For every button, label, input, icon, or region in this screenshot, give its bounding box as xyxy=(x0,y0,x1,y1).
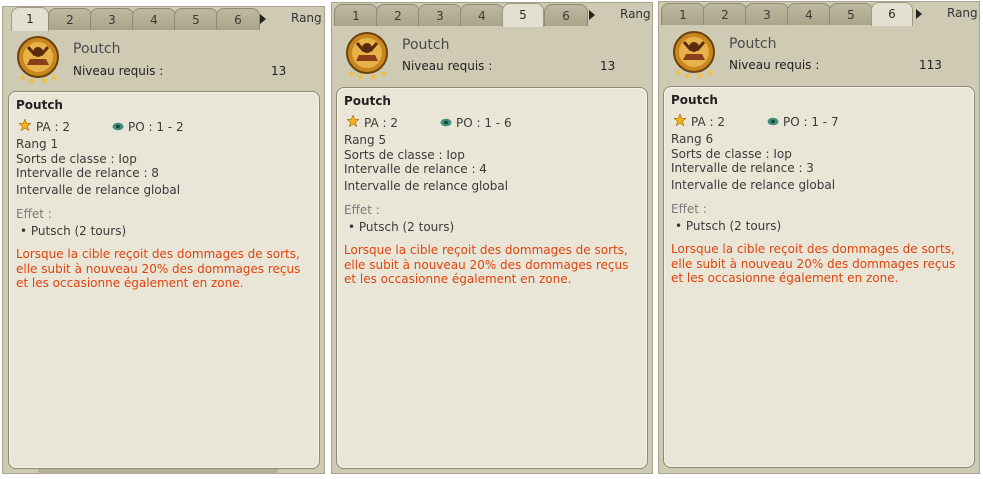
niveau-requis-label: Niveau requis : xyxy=(402,59,493,73)
intervalle-relance: Intervalle de relance : 4 xyxy=(344,162,487,176)
effet-item: • Putsch (2 tours) xyxy=(675,219,782,233)
intervalle-relance-global: Intervalle de relance global xyxy=(16,183,181,197)
tab-rank-3[interactable]: 3 xyxy=(418,4,462,26)
pa-value: PA : 2 xyxy=(691,115,725,129)
pa-value: PA : 2 xyxy=(36,120,70,134)
spell-details-card: Poutch PA : 2 PO : 1 - 6 Rang 5 Sorts de… xyxy=(336,87,648,469)
po-value: PO : 1 - 7 xyxy=(783,115,839,129)
svg-text:★: ★ xyxy=(40,76,49,85)
rang-label: Rang xyxy=(620,7,651,21)
tab-rank-6[interactable]: 6 xyxy=(544,4,588,26)
rang-value: Rang 6 xyxy=(671,132,714,146)
intervalle-relance-global: Intervalle de relance global xyxy=(344,179,509,193)
effet-label: Effet : xyxy=(344,203,380,217)
rank-tabs: 1 2 3 4 5 6 Rang xyxy=(3,7,324,31)
pa-value: PA : 2 xyxy=(364,116,398,130)
spell-description: Lorsque la cible reçoit des dommages de … xyxy=(671,242,956,285)
svg-text:★: ★ xyxy=(356,72,365,81)
svg-text:★: ★ xyxy=(347,69,356,80)
poutch-spell-icon: ★ ★ ★ ★ xyxy=(673,31,715,80)
spell-panel-2: 1 2 3 4 5 6 Rang ★ ★ ★ ★ Poutch Niveau r… xyxy=(331,2,653,474)
intervalle-relance: Intervalle de relance : 3 xyxy=(671,161,814,175)
svg-text:★: ★ xyxy=(674,68,683,79)
spell-description: Lorsque la cible reçoit des dommages de … xyxy=(344,243,629,286)
rank-tabs: 1 2 3 4 5 6 Rang xyxy=(332,3,652,27)
rang-label: Rang xyxy=(291,11,322,25)
tab-rank-6[interactable]: 6 xyxy=(216,8,260,30)
star-icon xyxy=(19,119,31,131)
spell-description: Lorsque la cible reçoit des dommages de … xyxy=(16,247,301,290)
spell-name: Poutch xyxy=(402,37,450,53)
star-icon xyxy=(674,114,686,126)
tab-rank-4[interactable]: 4 xyxy=(132,8,176,30)
star-icon xyxy=(347,115,359,127)
po-value: PO : 1 - 6 xyxy=(456,116,512,130)
rang-value: Rang 5 xyxy=(344,133,387,147)
tab-rank-3[interactable]: 3 xyxy=(745,3,789,25)
effet-item: • Putsch (2 tours) xyxy=(20,224,127,238)
spell-details-card: Poutch PA : 2 PO : 1 - 2 Rang 1 Sorts de… xyxy=(8,91,320,469)
svg-text:★: ★ xyxy=(696,71,705,80)
intervalle-relance: Intervalle de relance : 8 xyxy=(16,166,159,180)
tab-rank-4[interactable]: 4 xyxy=(460,4,504,26)
niveau-requis-label: Niveau requis : xyxy=(73,64,164,78)
card-title: Poutch xyxy=(16,98,63,112)
svg-text:★: ★ xyxy=(50,73,59,84)
arrow-right-icon[interactable] xyxy=(589,10,595,20)
spell-panel-1: 1 2 3 4 5 6 Rang ★ ★ ★ ★ Poutch Niveau r… xyxy=(2,6,325,474)
tab-rank-1[interactable]: 1 xyxy=(334,4,378,26)
tab-rank-4[interactable]: 4 xyxy=(787,3,831,25)
niveau-requis-value: 13 xyxy=(600,59,616,73)
svg-text:★: ★ xyxy=(379,69,388,80)
tab-rank-5[interactable]: 5 xyxy=(174,8,218,30)
rang-label: Rang xyxy=(947,6,978,20)
effet-label: Effet : xyxy=(16,207,52,221)
svg-text:★: ★ xyxy=(706,68,715,79)
tab-rank-1[interactable]: 1 xyxy=(11,7,49,31)
tab-rank-1[interactable]: 1 xyxy=(661,3,705,25)
poutch-spell-icon: ★ ★ ★ ★ xyxy=(17,36,59,85)
arrow-right-icon[interactable] xyxy=(916,9,922,19)
spell-panel-3: 1 2 3 4 5 6 Rang ★ ★ ★ ★ Poutch Niveau r… xyxy=(658,1,980,474)
intervalle-relance-global: Intervalle de relance global xyxy=(671,178,836,192)
svg-text:★: ★ xyxy=(18,73,27,84)
niveau-requis-value: 13 xyxy=(271,64,287,78)
bottom-bar xyxy=(38,469,278,474)
card-title: Poutch xyxy=(671,93,718,107)
tab-rank-2[interactable]: 2 xyxy=(48,8,92,30)
svg-text:★: ★ xyxy=(27,76,36,85)
effet-item: • Putsch (2 tours) xyxy=(348,220,455,234)
tab-rank-2[interactable]: 2 xyxy=(376,4,420,26)
effet-label: Effet : xyxy=(671,202,707,216)
eye-icon xyxy=(112,122,124,131)
niveau-requis-label: Niveau requis : xyxy=(729,58,820,72)
arrow-right-icon[interactable] xyxy=(260,14,266,24)
eye-icon xyxy=(767,117,779,126)
spell-name: Poutch xyxy=(729,36,777,52)
tab-rank-5[interactable]: 5 xyxy=(502,3,544,27)
poutch-spell-icon: ★ ★ ★ ★ xyxy=(346,32,388,81)
svg-text:★: ★ xyxy=(683,71,692,80)
spell-name: Poutch xyxy=(73,41,121,57)
svg-text:★: ★ xyxy=(369,72,378,81)
po-value: PO : 1 - 2 xyxy=(128,120,184,134)
niveau-requis-value: 113 xyxy=(919,58,942,72)
tab-rank-2[interactable]: 2 xyxy=(703,3,747,25)
spell-details-card: Poutch PA : 2 PO : 1 - 7 Rang 6 Sorts de… xyxy=(663,86,975,468)
tab-rank-5[interactable]: 5 xyxy=(829,3,873,25)
rank-tabs: 1 2 3 4 5 6 Rang xyxy=(659,2,979,26)
sorts-de-classe: Sorts de classe : Iop xyxy=(671,147,792,161)
sorts-de-classe: Sorts de classe : Iop xyxy=(16,152,137,166)
tab-rank-3[interactable]: 3 xyxy=(90,8,134,30)
card-title: Poutch xyxy=(344,94,391,108)
rang-value: Rang 1 xyxy=(16,137,59,151)
sorts-de-classe: Sorts de classe : Iop xyxy=(344,148,465,162)
eye-icon xyxy=(440,118,452,127)
tab-rank-6[interactable]: 6 xyxy=(871,2,913,26)
